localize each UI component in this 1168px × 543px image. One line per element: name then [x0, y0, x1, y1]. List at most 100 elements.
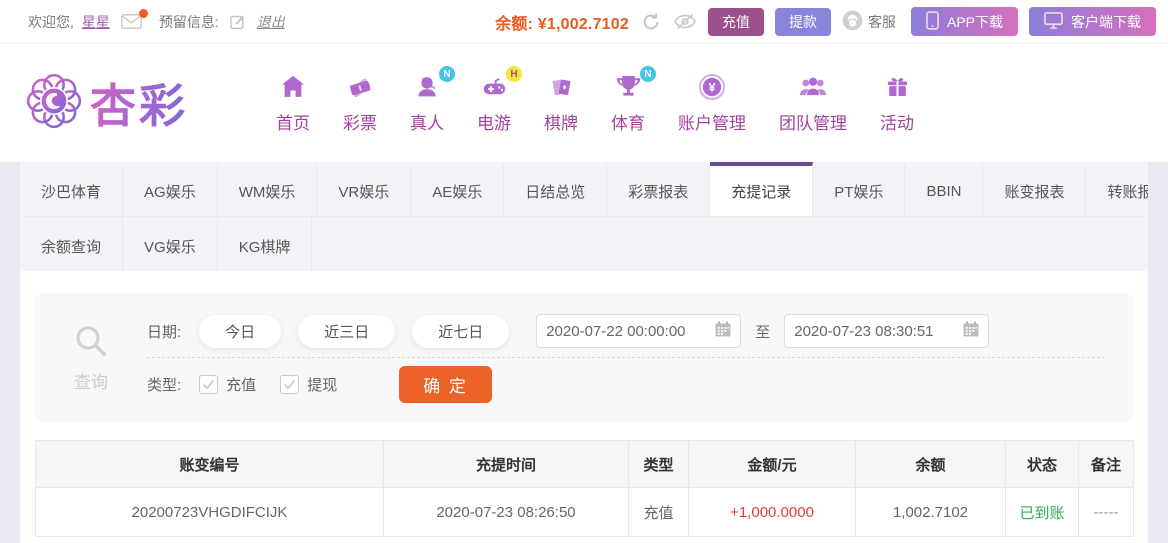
query-block[interactable]: 查询 — [35, 307, 147, 408]
topbar: 欢迎您, 星星 预留信息: 退出 余额: ¥1,002.7102 充值 提款 客… — [0, 0, 1168, 44]
deposit-checkbox-label[interactable]: 充值 — [226, 374, 256, 395]
lottery-ticket-icon — [343, 72, 377, 102]
records-table: 账变编号 充提时间 类型 金额/元 余额 状态 备注 20200723VHGDI… — [35, 440, 1134, 537]
customer-service-link[interactable]: 客服 — [842, 10, 896, 34]
quick-range-3days-button[interactable]: 近三日 — [298, 314, 396, 348]
badge-h: H — [506, 66, 522, 82]
tab-transfer-report[interactable]: 转账报表 — [1086, 162, 1148, 216]
tab-vg[interactable]: VG娱乐 — [123, 217, 218, 271]
balance-label: 余额: — [495, 15, 534, 33]
tab-balance-query[interactable]: 余额查询 — [20, 217, 124, 271]
team-icon — [796, 72, 830, 102]
nav-item-home[interactable]: 首页 — [276, 72, 310, 134]
balance-text: 余额: ¥1,002.7102 — [495, 10, 629, 34]
nav-item-activity[interactable]: 活动 — [880, 72, 914, 134]
filter-panel: 查询 日期: 今日 近三日 近七日 2020-07-22 00:00:00 至 — [35, 293, 1133, 422]
search-icon — [72, 322, 110, 365]
nav-item-sports[interactable]: N 体育 — [611, 66, 656, 134]
cell-amount: +1,000.0000 — [688, 487, 856, 537]
date-filter-row: 日期: 今日 近三日 近七日 2020-07-22 00:00:00 至 202… — [147, 307, 1105, 355]
live-dealer-icon: N — [410, 66, 455, 102]
table-header-row: 账变编号 充提时间 类型 金额/元 余额 状态 备注 — [35, 440, 1134, 488]
tab-wm[interactable]: WM娱乐 — [218, 162, 318, 216]
calendar-icon — [715, 321, 731, 341]
records-table-wrap: 账变编号 充提时间 类型 金额/元 余额 状态 备注 20200723VHGDI… — [35, 440, 1134, 537]
nav-item-team[interactable]: 团队管理 — [779, 72, 847, 134]
tabs-row-2: 余额查询 VG娱乐 KG棋牌 — [20, 217, 1148, 271]
cell-transaction-id: 20200723VHGDIFCIJK — [35, 487, 384, 537]
gift-icon — [880, 72, 914, 102]
app-download-label: APP下载 — [946, 13, 1003, 30]
col-header-type: 类型 — [628, 440, 689, 488]
badge-n: N — [640, 66, 656, 82]
status-badge: 已到账 — [1005, 487, 1079, 537]
badge-n: N — [439, 66, 455, 82]
page-body: 沙巴体育 AG娱乐 WM娱乐 VR娱乐 AE娱乐 日结总览 彩票报表 充提记录 … — [0, 162, 1168, 543]
tab-kg[interactable]: KG棋牌 — [218, 217, 313, 271]
withdraw-checkbox[interactable] — [280, 374, 300, 394]
cell-time: 2020-07-23 08:26:50 — [383, 487, 629, 537]
mail-icon[interactable] — [120, 9, 148, 29]
nav-item-games[interactable]: H 电游 — [477, 66, 522, 134]
logo-flower-icon — [26, 73, 82, 134]
tab-daily-summary[interactable]: 日结总览 — [504, 162, 608, 216]
hide-balance-eye-icon[interactable] — [673, 12, 697, 31]
client-download-button[interactable]: 客户端下载 — [1029, 7, 1156, 36]
balance-value: ¥1,002.7102 — [537, 15, 629, 33]
app-download-button[interactable]: APP下载 — [910, 7, 1018, 36]
logo-text: 杏彩 — [90, 70, 188, 136]
table-row: 20200723VHGDIFCIJK 2020-07-23 08:26:50 充… — [35, 487, 1134, 537]
tab-vr[interactable]: VR娱乐 — [317, 162, 412, 216]
refresh-icon[interactable] — [640, 11, 662, 33]
cell-remark: ----- — [1078, 487, 1134, 537]
to-separator: 至 — [755, 323, 771, 341]
nav-item-lottery[interactable]: 彩票 — [343, 72, 377, 134]
nav-item-account[interactable]: ¥ 账户管理 — [678, 72, 746, 134]
filter-rows: 日期: 今日 近三日 近七日 2020-07-22 00:00:00 至 202… — [147, 307, 1133, 408]
cell-type: 充值 — [628, 487, 689, 537]
mail-notification-dot — [138, 9, 148, 18]
logout-link[interactable]: 退出 — [257, 12, 285, 32]
edit-icon[interactable] — [229, 14, 246, 30]
deposit-button[interactable]: 充值 — [707, 7, 764, 36]
withdraw-checkbox-label[interactable]: 提现 — [307, 374, 337, 395]
tab-pt[interactable]: PT娱乐 — [813, 162, 906, 216]
svg-text:¥: ¥ — [709, 80, 716, 94]
date-to-input[interactable]: 2020-07-23 08:30:51 — [784, 314, 990, 348]
username-link[interactable]: 星星 — [82, 12, 110, 32]
tab-shaba-sports[interactable]: 沙巴体育 — [20, 162, 124, 216]
site-header: 杏彩 首页 彩票 N 真人 H 电游 棋牌 N 体育 ¥ 账户管理 团队管理 活… — [0, 44, 1168, 162]
welcome-text: 欢迎您, — [28, 13, 74, 30]
col-header-status: 状态 — [1005, 440, 1079, 488]
calendar-icon — [963, 321, 979, 341]
trophy-icon: N — [611, 66, 656, 102]
query-label: 查询 — [74, 373, 108, 392]
tab-deposit-withdraw-records[interactable]: 充提记录 — [710, 162, 814, 216]
site-logo[interactable]: 杏彩 — [26, 70, 254, 136]
main-nav: 首页 彩票 N 真人 H 电游 棋牌 N 体育 ¥ 账户管理 团队管理 活动 — [276, 66, 914, 134]
quick-range-today-button[interactable]: 今日 — [199, 314, 282, 348]
gamepad-icon: H — [477, 66, 522, 102]
cards-icon — [544, 72, 578, 102]
col-header-transaction-id: 账变编号 — [35, 440, 384, 488]
tab-account-change-report[interactable]: 账变报表 — [983, 162, 1087, 216]
topbar-right: 余额: ¥1,002.7102 充值 提款 客服 APP下载 客户端下载 — [495, 7, 1156, 36]
withdraw-button[interactable]: 提款 — [774, 7, 831, 36]
topbar-left: 欢迎您, 星星 预留信息: 退出 — [28, 9, 285, 32]
tab-ag[interactable]: AG娱乐 — [123, 162, 218, 216]
nav-item-live[interactable]: N 真人 — [410, 66, 455, 134]
col-header-balance: 余额 — [855, 440, 1006, 488]
date-from-input[interactable]: 2020-07-22 00:00:00 — [536, 314, 742, 348]
confirm-button[interactable]: 确 定 — [399, 365, 492, 403]
nav-item-chess[interactable]: 棋牌 — [544, 72, 578, 134]
yuan-coin-icon: ¥ — [695, 72, 729, 102]
tab-ae[interactable]: AE娱乐 — [411, 162, 505, 216]
cell-balance: 1,002.7102 — [855, 487, 1006, 537]
customer-service-avatar-icon — [842, 10, 863, 34]
deposit-checkbox[interactable] — [199, 374, 219, 394]
tab-lottery-report[interactable]: 彩票报表 — [607, 162, 711, 216]
tab-bbin[interactable]: BBIN — [905, 162, 984, 216]
home-icon — [276, 72, 310, 102]
quick-range-7days-button[interactable]: 近七日 — [412, 314, 510, 348]
col-header-remark: 备注 — [1078, 440, 1134, 488]
